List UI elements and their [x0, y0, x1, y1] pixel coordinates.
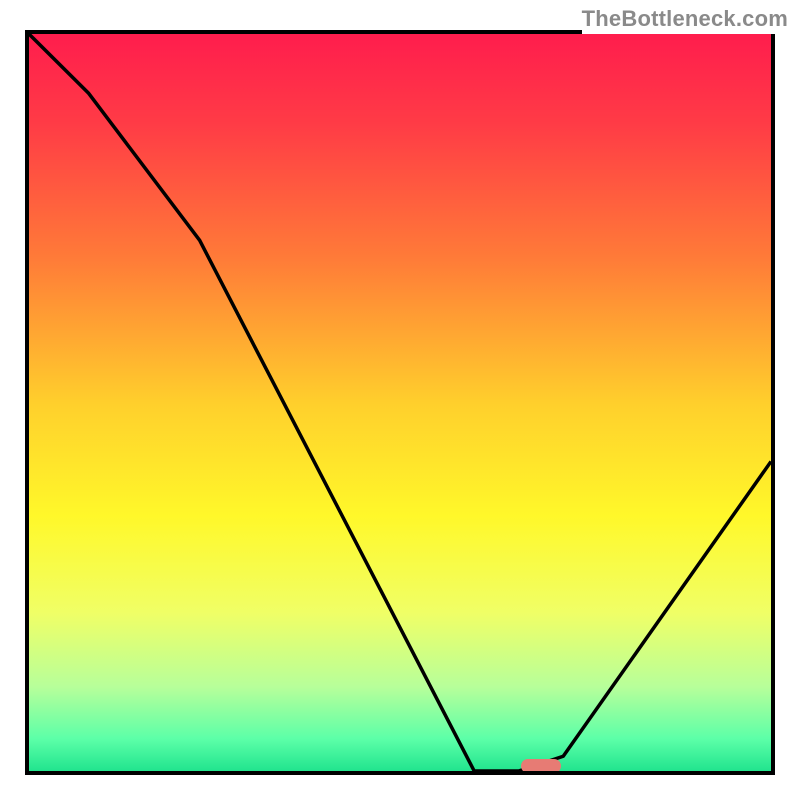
chart-frame: TheBottleneck.com	[0, 0, 800, 800]
optimal-marker	[521, 759, 561, 773]
watermark-text: TheBottleneck.com	[582, 4, 788, 34]
plot-area	[25, 30, 775, 775]
bottleneck-curve	[29, 34, 771, 771]
